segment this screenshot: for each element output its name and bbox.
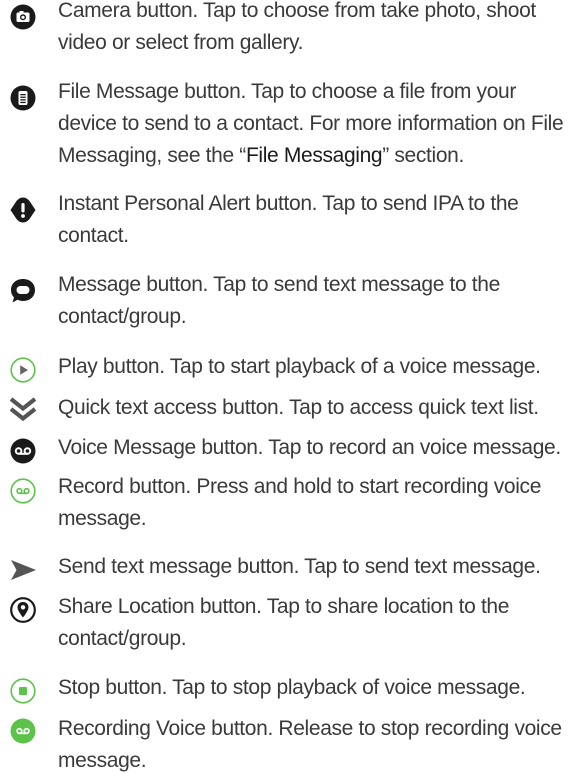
stop-icon — [10, 678, 36, 704]
item-description: Record button. Press and hold to start r… — [58, 475, 542, 530]
item-description: Share Location button. Tap to share loca… — [58, 595, 510, 650]
item-description: Play button. Tap to start playback of a … — [58, 355, 541, 378]
item-description: Message button. Tap to send text message… — [58, 273, 500, 328]
alert-icon — [10, 197, 36, 223]
send-arrow-icon — [10, 557, 36, 583]
item-description: Recording Voice button. Release to stop … — [58, 717, 562, 772]
record-icon — [10, 478, 36, 504]
file-messaging-link[interactable]: File Messaging — [246, 144, 383, 167]
item-description: Quick text access button. Tap to access … — [58, 396, 539, 419]
recording-voice-icon — [10, 718, 36, 744]
item-description: File Message button. Tap to choose a fil… — [58, 76, 578, 172]
item-description: Voice Message button. Tap to record an v… — [58, 436, 561, 459]
icon-legend-list: Camera button. Tap to choose from take p… — [0, 0, 581, 772]
play-icon — [10, 357, 36, 383]
item-description: Camera button. Tap to choose from take p… — [58, 0, 536, 54]
camera-icon — [10, 4, 36, 30]
file-icon — [10, 85, 36, 111]
item-description: Send text message button. Tap to send te… — [58, 555, 541, 578]
description-text: ” section. — [382, 144, 464, 167]
item-description: Stop button. Tap to stop playback of voi… — [58, 676, 526, 699]
location-pin-icon — [10, 597, 36, 623]
item-description: Instant Personal Alert button. Tap to se… — [58, 192, 519, 247]
voicemail-icon — [10, 438, 36, 464]
message-bubble-icon — [10, 278, 36, 304]
double-chevron-down-icon — [10, 397, 36, 423]
